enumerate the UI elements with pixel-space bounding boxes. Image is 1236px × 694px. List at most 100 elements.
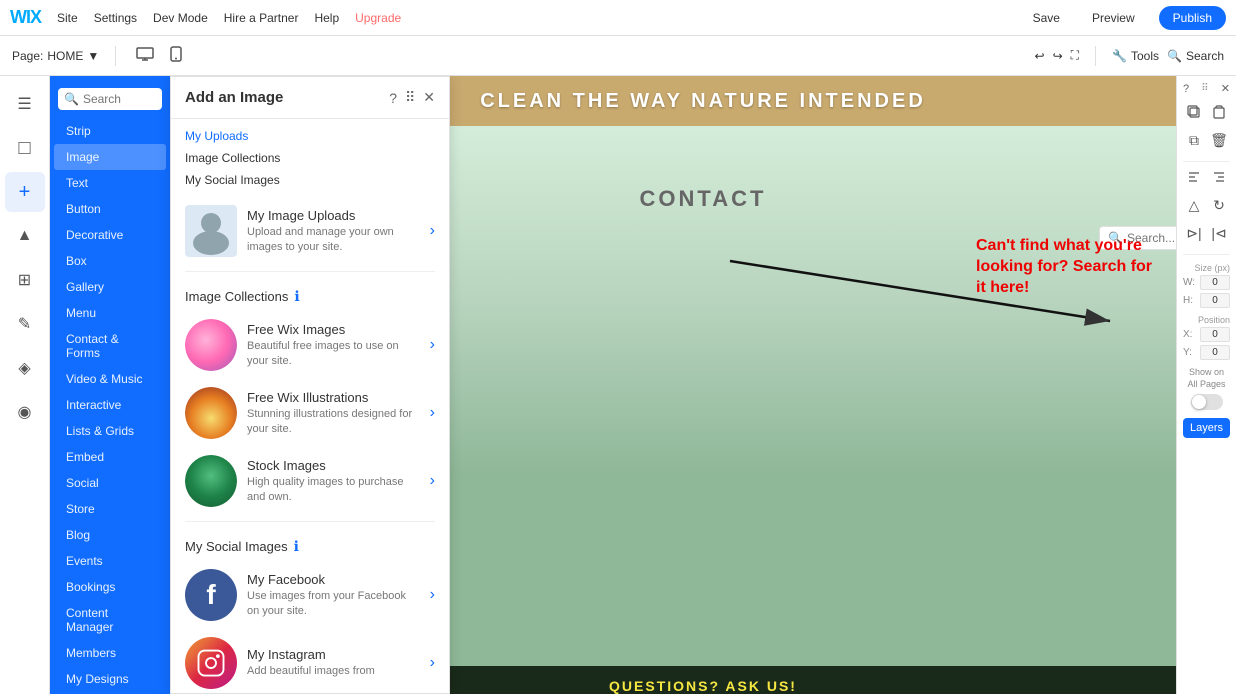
panel-item-events[interactable]: Events xyxy=(54,548,166,574)
panel-item-content-manager[interactable]: Content Manager xyxy=(54,600,166,640)
add-section-icon-btn[interactable]: □ xyxy=(5,128,45,168)
pages-icon-btn[interactable]: ☰ xyxy=(5,84,45,124)
nav-hire-partner[interactable]: Hire a Partner xyxy=(224,11,299,25)
panel-search-box[interactable]: 🔍 xyxy=(58,88,162,110)
main-area: ☰ □ + ▲ ⊞ ✎ ◈ ◉ 🔍 Strip Image Text xyxy=(0,76,1236,694)
panel-item-contact-forms[interactable]: Contact & Forms xyxy=(54,326,166,366)
nav-help[interactable]: Help xyxy=(314,11,339,25)
layers-button[interactable]: Layers xyxy=(1183,418,1230,438)
my-business-icon-btn[interactable]: ◉ xyxy=(5,392,45,432)
triangle-icon-btn[interactable]: △ xyxy=(1183,194,1205,216)
nav-divider xyxy=(115,46,116,66)
blog-icon-btn[interactable]: ✎ xyxy=(5,304,45,344)
height-value[interactable]: 0 xyxy=(1200,293,1230,308)
panel-sidebar: 🔍 Strip Image Text Button Decorative Box… xyxy=(50,76,170,694)
panel-item-decorative[interactable]: Decorative xyxy=(54,222,166,248)
panel-item-box[interactable]: Box xyxy=(54,248,166,274)
panel-item-gallery[interactable]: Gallery xyxy=(54,274,166,300)
show-all-pages-toggle[interactable] xyxy=(1191,394,1223,410)
size-label: Size (px) xyxy=(1183,263,1230,273)
props-close-icon[interactable]: ✕ xyxy=(1221,82,1230,95)
props-layout-row-1 xyxy=(1183,166,1230,188)
publish-button[interactable]: Publish xyxy=(1159,6,1226,30)
nav-site[interactable]: Site xyxy=(57,11,78,25)
my-instagram-row[interactable]: My Instagram Add beautiful images from › xyxy=(171,629,449,694)
props-layout-row-3: ⊳| |⊲ xyxy=(1183,222,1230,244)
mobile-device-btn[interactable] xyxy=(166,42,186,69)
help-icon[interactable]: ? xyxy=(389,90,397,106)
add-elements-icon-btn[interactable]: + xyxy=(5,172,45,212)
stock-images-row[interactable]: Stock Images High quality images to purc… xyxy=(171,447,449,515)
height-field-row: H: 0 xyxy=(1183,293,1230,308)
app-market-icon-btn[interactable]: ⊞ xyxy=(5,260,45,300)
undo-button[interactable]: ↩ xyxy=(1035,49,1045,63)
contact-label: CONTACT xyxy=(640,186,767,212)
panel-item-members[interactable]: Members xyxy=(54,640,166,666)
tools-button[interactable]: 🔧 Tools xyxy=(1112,49,1159,63)
search-button[interactable]: 🔍 Search xyxy=(1167,49,1224,63)
image-collections-info-icon[interactable]: ℹ xyxy=(294,288,299,305)
add-section-icon: □ xyxy=(18,137,30,160)
height-label: H: xyxy=(1183,295,1193,306)
annotation-text: Can't find what you're looking for? Sear… xyxy=(976,236,1156,298)
free-wix-images-info: Free Wix Images Beautiful free images to… xyxy=(247,322,420,368)
free-wix-images-row[interactable]: Free Wix Images Beautiful free images to… xyxy=(171,311,449,379)
nav-image-collections[interactable]: Image Collections xyxy=(185,147,435,169)
fit-screen-button[interactable]: ⛶ xyxy=(1071,48,1079,63)
save-button[interactable]: Save xyxy=(1025,7,1068,29)
nav-settings[interactable]: Settings xyxy=(94,11,137,25)
forward-icon-btn[interactable]: |⊲ xyxy=(1208,222,1230,244)
back-icon-btn[interactable]: ⊳| xyxy=(1183,222,1205,244)
redo-button[interactable]: ↪ xyxy=(1053,49,1063,63)
panel-item-embed[interactable]: Embed xyxy=(54,444,166,470)
panel-item-interactive[interactable]: Interactive xyxy=(54,392,166,418)
my-facebook-row[interactable]: f My Facebook Use images from your Faceb… xyxy=(171,561,449,629)
panel-item-store[interactable]: Store xyxy=(54,496,166,522)
my-image-uploads-row[interactable]: My Image Uploads Upload and manage your … xyxy=(171,197,449,265)
width-value[interactable]: 0 xyxy=(1200,275,1230,290)
nav-dev-mode[interactable]: Dev Mode xyxy=(153,11,208,25)
panel-item-lists-grids[interactable]: Lists & Grids xyxy=(54,418,166,444)
panel-item-menu[interactable]: Menu xyxy=(54,300,166,326)
social-images-section-title: My Social Images ℹ xyxy=(171,528,449,561)
free-wix-illustrations-row[interactable]: Free Wix Illustrations Stunning illustra… xyxy=(171,379,449,447)
y-value[interactable]: 0 xyxy=(1200,345,1230,360)
width-field-row: W: 0 xyxy=(1183,275,1230,290)
panel-item-video-music[interactable]: Video & Music xyxy=(54,366,166,392)
preview-button[interactable]: Preview xyxy=(1084,7,1143,29)
rotate-icon-btn[interactable]: ↻ xyxy=(1208,194,1230,216)
show-all-pages-label: Show on All Pages xyxy=(1183,367,1230,390)
align-right-icon-btn[interactable] xyxy=(1208,166,1230,188)
my-facebook-arrow-icon: › xyxy=(430,586,435,604)
duplicate-icon-btn[interactable]: ⧉ xyxy=(1183,129,1205,151)
paste-icon-btn[interactable] xyxy=(1208,101,1230,123)
panel-item-social[interactable]: Social xyxy=(54,470,166,496)
align-left-icon-btn[interactable] xyxy=(1183,166,1205,188)
width-label: W: xyxy=(1183,277,1195,288)
panel-search-input[interactable] xyxy=(83,92,153,106)
page-name: HOME xyxy=(47,49,83,63)
nav-my-uploads[interactable]: My Uploads xyxy=(185,125,435,147)
nav-my-social-images[interactable]: My Social Images xyxy=(185,169,435,191)
close-panel-icon[interactable]: ✕ xyxy=(423,89,435,106)
media-icon-btn[interactable]: ▲ xyxy=(5,216,45,256)
panel-item-my-designs[interactable]: My Designs xyxy=(54,666,166,692)
x-value[interactable]: 0 xyxy=(1200,327,1230,342)
panel-item-text[interactable]: Text xyxy=(54,170,166,196)
panel-item-strip[interactable]: Strip xyxy=(54,118,166,144)
desktop-device-btn[interactable] xyxy=(132,43,158,68)
add-elements-icon: + xyxy=(19,181,31,204)
delete-icon-btn[interactable]: 🗑 xyxy=(1208,129,1230,151)
page-selector[interactable]: Page: HOME ▼ xyxy=(12,49,99,63)
add-image-header: Add an Image ? ⠿ ✕ xyxy=(171,77,449,119)
copy-icon-btn[interactable] xyxy=(1183,101,1205,123)
panel-item-image[interactable]: Image xyxy=(54,144,166,170)
social-images-info-icon[interactable]: ℹ xyxy=(294,538,299,555)
panel-item-blog[interactable]: Blog xyxy=(54,522,166,548)
panel-item-bookings[interactable]: Bookings xyxy=(54,574,166,600)
nav-upgrade[interactable]: Upgrade xyxy=(355,11,401,25)
questions-text: QUESTIONS? ASK US! xyxy=(609,678,797,694)
design-icon-btn[interactable]: ◈ xyxy=(5,348,45,388)
panel-item-button[interactable]: Button xyxy=(54,196,166,222)
props-question-icon[interactable]: ? xyxy=(1183,83,1189,95)
